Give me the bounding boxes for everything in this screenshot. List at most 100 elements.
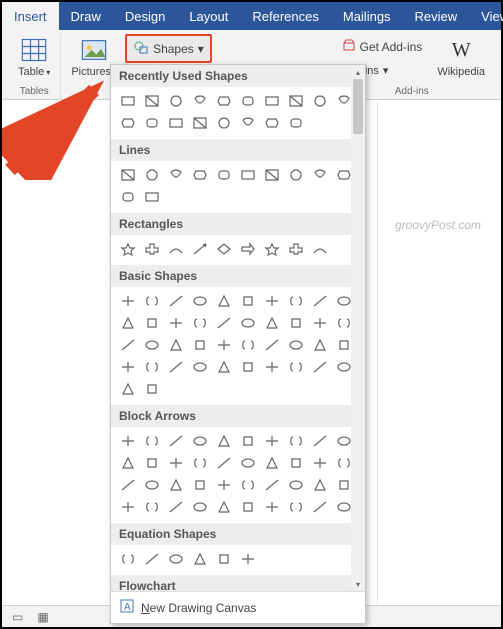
- shape-item[interactable]: [117, 549, 139, 569]
- shape-item[interactable]: [189, 313, 211, 333]
- shape-item[interactable]: [237, 549, 259, 569]
- shape-item[interactable]: [309, 239, 331, 259]
- shape-item[interactable]: [117, 187, 139, 207]
- shape-item[interactable]: [165, 313, 187, 333]
- shape-item[interactable]: [285, 291, 307, 311]
- shape-item[interactable]: [117, 113, 139, 133]
- shape-item[interactable]: [285, 165, 307, 185]
- shape-item[interactable]: [165, 357, 187, 377]
- shape-item[interactable]: [189, 291, 211, 311]
- shape-item[interactable]: [141, 187, 163, 207]
- shape-item[interactable]: [213, 475, 235, 495]
- tab-references[interactable]: References: [240, 2, 330, 30]
- wikipedia-button[interactable]: W Wikipedia: [433, 34, 489, 80]
- shape-item[interactable]: [141, 497, 163, 517]
- document-area[interactable]: [377, 102, 499, 603]
- tab-layout[interactable]: Layout: [177, 2, 240, 30]
- shape-item[interactable]: [261, 497, 283, 517]
- shape-item[interactable]: [237, 357, 259, 377]
- shape-item[interactable]: [189, 475, 211, 495]
- shape-item[interactable]: [237, 453, 259, 473]
- shape-item[interactable]: [213, 291, 235, 311]
- shapes-button[interactable]: Shapes ▾: [125, 34, 212, 63]
- dropdown-scrollbar[interactable]: ▴ ▾: [351, 65, 365, 591]
- shape-item[interactable]: [189, 549, 211, 569]
- shape-item[interactable]: [237, 165, 259, 185]
- shape-item[interactable]: [309, 165, 331, 185]
- shape-item[interactable]: [309, 291, 331, 311]
- shape-item[interactable]: [165, 497, 187, 517]
- shape-item[interactable]: [141, 91, 163, 111]
- shape-item[interactable]: [117, 497, 139, 517]
- shape-item[interactable]: [189, 335, 211, 355]
- new-drawing-canvas[interactable]: A New Drawing Canvas: [111, 591, 365, 623]
- shape-item[interactable]: [141, 549, 163, 569]
- shape-item[interactable]: [117, 475, 139, 495]
- shape-item[interactable]: [213, 497, 235, 517]
- shape-item[interactable]: [261, 91, 283, 111]
- shape-item[interactable]: [285, 91, 307, 111]
- shape-item[interactable]: [285, 357, 307, 377]
- shape-item[interactable]: [285, 335, 307, 355]
- shape-item[interactable]: [237, 113, 259, 133]
- shape-item[interactable]: [165, 165, 187, 185]
- shape-item[interactable]: [141, 357, 163, 377]
- shape-item[interactable]: [285, 431, 307, 451]
- shape-item[interactable]: [165, 453, 187, 473]
- scroll-track[interactable]: [351, 79, 365, 577]
- shape-item[interactable]: [165, 549, 187, 569]
- shape-item[interactable]: [165, 335, 187, 355]
- shape-item[interactable]: [285, 113, 307, 133]
- shape-item[interactable]: [213, 357, 235, 377]
- shape-item[interactable]: [261, 357, 283, 377]
- shape-item[interactable]: [141, 431, 163, 451]
- tab-design[interactable]: Design: [113, 2, 177, 30]
- shape-item[interactable]: [117, 335, 139, 355]
- shape-item[interactable]: [261, 239, 283, 259]
- shape-item[interactable]: [309, 453, 331, 473]
- shape-item[interactable]: [309, 357, 331, 377]
- shape-item[interactable]: [285, 475, 307, 495]
- shape-item[interactable]: [261, 335, 283, 355]
- shape-item[interactable]: [189, 453, 211, 473]
- tab-insert[interactable]: Insert: [2, 2, 59, 30]
- shape-item[interactable]: [213, 113, 235, 133]
- statusbar-icon-1[interactable]: ▭: [12, 610, 23, 624]
- statusbar-icon-2[interactable]: ▦: [37, 610, 48, 624]
- tab-review[interactable]: Review: [403, 2, 470, 30]
- shape-item[interactable]: [213, 91, 235, 111]
- shape-item[interactable]: [141, 165, 163, 185]
- shape-item[interactable]: [285, 497, 307, 517]
- shape-item[interactable]: [237, 291, 259, 311]
- shape-item[interactable]: [213, 431, 235, 451]
- shape-item[interactable]: [117, 453, 139, 473]
- shape-item[interactable]: [261, 313, 283, 333]
- shape-item[interactable]: [141, 113, 163, 133]
- table-button[interactable]: Table▾: [14, 34, 54, 80]
- shape-item[interactable]: [285, 453, 307, 473]
- shape-item[interactable]: [117, 291, 139, 311]
- shape-item[interactable]: [141, 313, 163, 333]
- shape-item[interactable]: [237, 239, 259, 259]
- shape-item[interactable]: [213, 313, 235, 333]
- shape-item[interactable]: [189, 91, 211, 111]
- scroll-down-arrow[interactable]: ▾: [351, 577, 365, 591]
- shape-item[interactable]: [309, 475, 331, 495]
- tab-mailings[interactable]: Mailings: [331, 2, 403, 30]
- shape-item[interactable]: [189, 431, 211, 451]
- shape-item[interactable]: [237, 497, 259, 517]
- shape-item[interactable]: [309, 431, 331, 451]
- shape-item[interactable]: [117, 379, 139, 399]
- shape-item[interactable]: [261, 291, 283, 311]
- get-addins-button[interactable]: Get Add-ins: [335, 34, 430, 59]
- shape-item[interactable]: [165, 91, 187, 111]
- shape-item[interactable]: [117, 239, 139, 259]
- shape-item[interactable]: [141, 239, 163, 259]
- shape-item[interactable]: [213, 335, 235, 355]
- shape-item[interactable]: [189, 165, 211, 185]
- shape-item[interactable]: [165, 291, 187, 311]
- shape-item[interactable]: [285, 239, 307, 259]
- shape-item[interactable]: [261, 475, 283, 495]
- tab-draw[interactable]: Draw: [59, 2, 113, 30]
- shape-item[interactable]: [189, 239, 211, 259]
